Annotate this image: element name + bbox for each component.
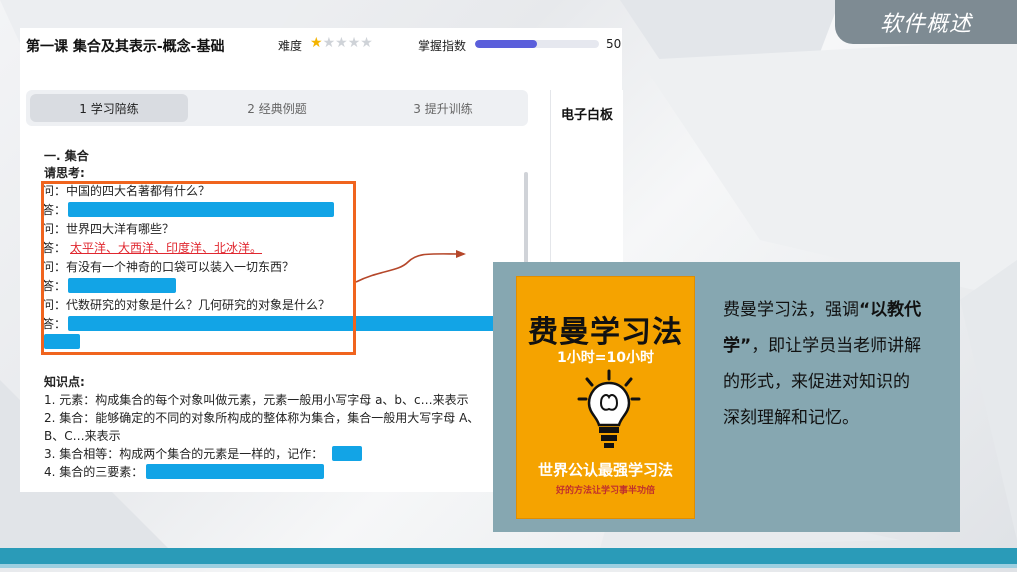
star-icon: ★	[360, 35, 373, 51]
lightbulb-icon	[577, 369, 641, 448]
lesson-header: 第一课 集合及其表示-概念-基础 难度 ★★★★★ 掌握指数 50.	[20, 28, 622, 76]
mastery-value: 50.	[606, 37, 622, 51]
star-icon: ★	[347, 35, 361, 51]
book-title: 费曼学习法	[528, 315, 683, 350]
mastery-progress-bar	[475, 40, 599, 48]
difficulty-label: 难度	[278, 39, 303, 53]
mastery-progress-fill	[475, 40, 537, 48]
knowledge-item-3: 3. 集合相等：构成两个集合的元素是一样的，记作：	[44, 447, 324, 461]
knowledge-item-4: 4. 集合的三要素：	[44, 465, 144, 479]
difficulty-rating: ★★★★★	[310, 35, 373, 51]
feynman-callout: 费曼学习法 1小时=10小时 世界公认最强学习法 好的方法让学习事半功倍 费曼学…	[493, 262, 960, 532]
knowledge-3-blank[interactable]	[332, 446, 362, 461]
tab-examples[interactable]: 2 经典例题	[198, 94, 356, 122]
callout-text-1: 费曼学习法，强调	[723, 300, 859, 320]
callout-text-2: ，即让学员当老师讲解的形式，来促进对知识的深刻理解和记忆。	[723, 336, 922, 428]
tab-training[interactable]: 3 提升训练	[364, 94, 522, 122]
tab-practice[interactable]: 1 学习陪练	[30, 94, 188, 122]
knowledge-item-2-cont: B、C…来表示	[44, 429, 121, 443]
knowledge-item-2: 2. 集合：能够确定的不同的对象所构成的整体称为集合，集合一般用大写字母 A、	[44, 411, 480, 425]
book-small-text: 好的方法让学习事半功倍	[555, 486, 655, 496]
book-cover: 费曼学习法 1小时=10小时 世界公认最强学习法 好的方法让学习事半功倍	[516, 276, 695, 519]
lesson-title: 第一课 集合及其表示-概念-基础	[26, 39, 225, 55]
knowledge-4-blank[interactable]	[146, 464, 324, 479]
prompt-label: 请思考:	[44, 166, 85, 180]
star-icon: ★	[322, 35, 336, 51]
knowledge-item-1: 1. 元素：构成集合的每个对象叫做元素，元素一般用小写字母 a、b、c…来表示	[44, 393, 469, 407]
highlight-box	[41, 181, 356, 355]
tabs-bar: 1 学习陪练 2 经典例题 3 提升训练	[26, 90, 528, 126]
arrow-connector	[355, 250, 466, 283]
section-heading: 一. 集合	[44, 149, 89, 163]
star-icon: ★	[335, 35, 348, 51]
footer-bar	[0, 548, 1017, 564]
slide-section-title: 软件概述	[835, 0, 1017, 44]
mastery-label: 掌握指数	[418, 39, 467, 53]
star-icon: ★	[310, 35, 323, 51]
footer-line	[0, 564, 1017, 568]
book-subtitle: 1小时=10小时	[557, 350, 654, 366]
book-tagline: 世界公认最强学习法	[537, 461, 673, 479]
knowledge-title: 知识点:	[44, 375, 85, 389]
callout-description: 费曼学习法，强调“以教代学”，即让学员当老师讲解的形式，来促进对知识的深刻理解和…	[723, 292, 923, 436]
whiteboard-title: 电子白板	[561, 108, 614, 123]
